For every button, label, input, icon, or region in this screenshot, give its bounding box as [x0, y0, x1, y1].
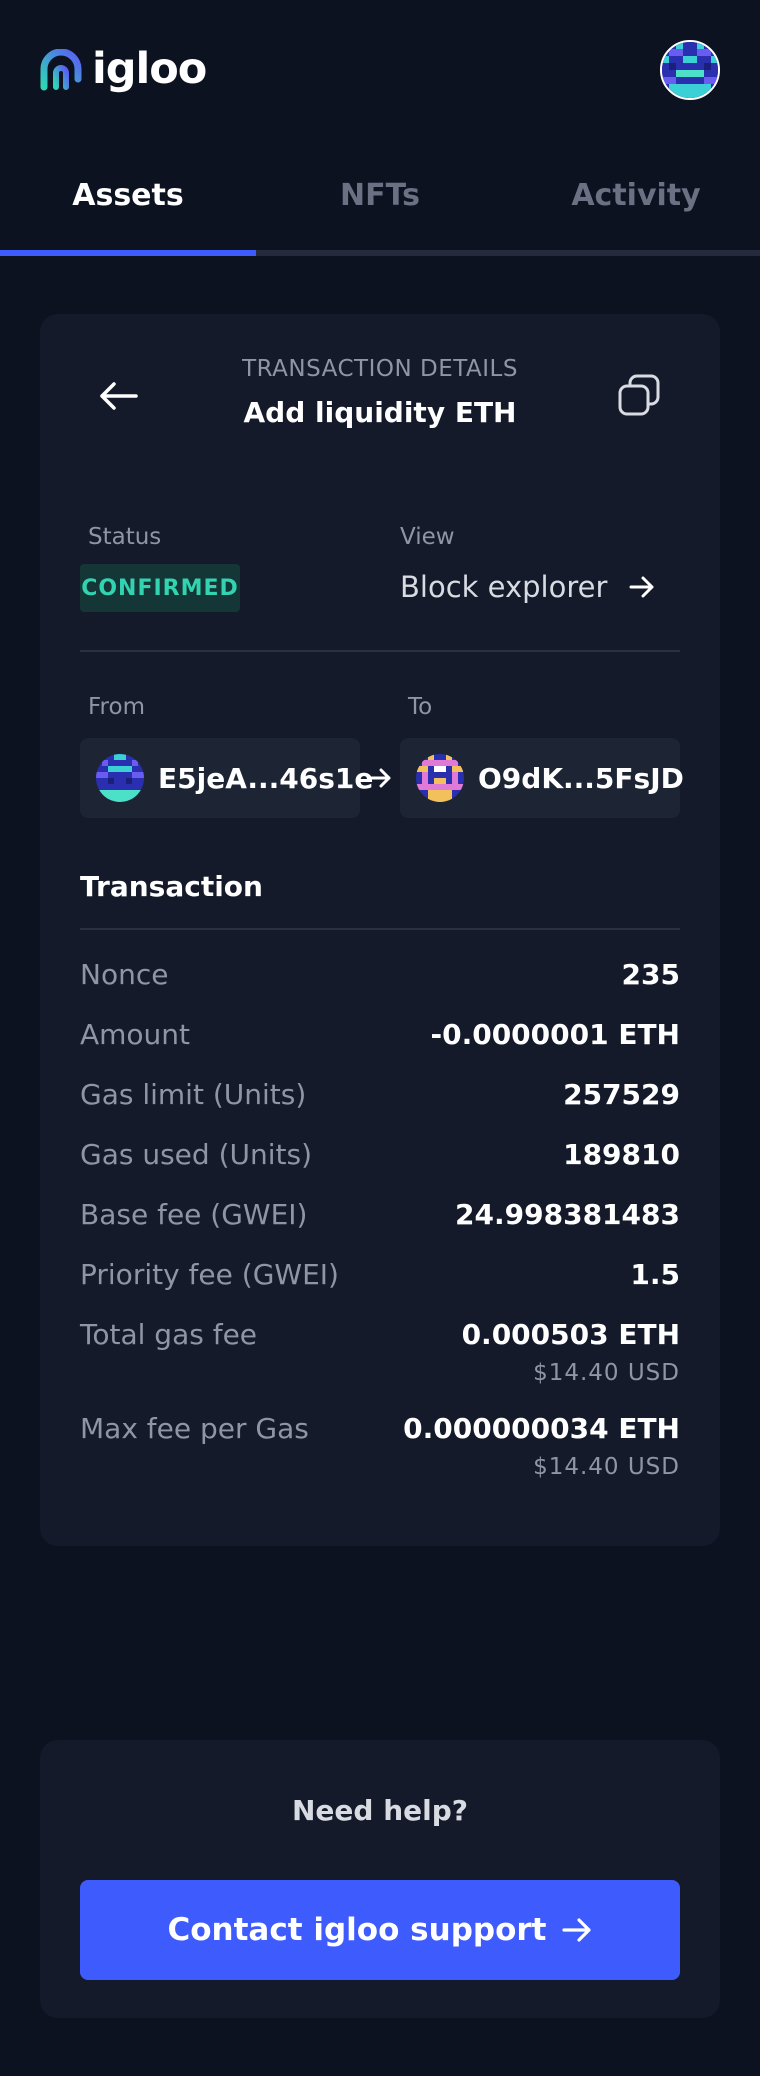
status-badge: CONFIRMED — [80, 564, 240, 612]
amount-label: Amount — [80, 1018, 191, 1051]
arrow-right-icon — [562, 1918, 592, 1942]
status-label: Status — [88, 524, 162, 550]
app-root: igloo Assets NFTs Activity TRANSACTION D… — [0, 0, 760, 2076]
tab-assets[interactable]: Assets — [0, 178, 256, 213]
base-fee-label: Base fee (GWEI) — [80, 1198, 308, 1231]
pixel-avatar-icon — [96, 754, 144, 802]
total-gas-fee-usd: $14.40 USD — [533, 1360, 680, 1386]
from-label: From — [88, 694, 145, 720]
from-address-chip[interactable]: E5jeA...46s1e — [80, 738, 373, 818]
gas-limit-label: Gas limit (Units) — [80, 1078, 307, 1111]
help-title: Need help? — [291, 1794, 468, 1827]
tab-activity[interactable]: Activity — [508, 178, 760, 213]
header: igloo — [0, 0, 760, 140]
tab-bar: Assets NFTs Activity — [0, 150, 760, 256]
to-address: O9dK...5FsJD — [478, 761, 684, 795]
divider — [80, 928, 680, 930]
help-card: Need help? Contact igloo support — [40, 1740, 720, 2018]
divider — [80, 650, 680, 652]
priority-fee-value: 1.5 — [630, 1258, 680, 1291]
pixel-avatar-icon — [416, 754, 464, 802]
max-fee-usd: $14.40 USD — [533, 1454, 680, 1480]
block-explorer-link[interactable]: Block explorer — [400, 570, 655, 604]
nonce-label: Nonce — [80, 958, 169, 991]
to-avatar — [416, 754, 464, 802]
gas-used-value: 189810 — [563, 1138, 680, 1171]
gas-limit-value: 257529 — [563, 1078, 680, 1111]
nonce-value: 235 — [621, 958, 680, 991]
arrow-right-icon — [368, 768, 391, 788]
card-header: TRANSACTION DETAILS Add liquidity ETH — [40, 314, 720, 444]
transaction-details-card: TRANSACTION DETAILS Add liquidity ETH St… — [40, 314, 720, 1546]
base-fee-value: 24.998381483 — [455, 1198, 680, 1231]
pixel-avatar-icon — [662, 42, 718, 98]
from-avatar — [96, 754, 144, 802]
user-avatar[interactable] — [660, 40, 720, 100]
priority-fee-label: Priority fee (GWEI) — [80, 1258, 339, 1291]
igloo-logo-icon — [40, 48, 82, 90]
block-explorer-label: Block explorer — [400, 570, 608, 604]
to-address-chip[interactable]: O9dK...5FsJD — [400, 738, 684, 818]
contact-support-button[interactable]: Contact igloo support — [80, 1880, 680, 1980]
to-label: To — [408, 694, 433, 720]
amount-value: -0.0000001 ETH — [430, 1018, 680, 1051]
logo-text: igloo — [92, 44, 207, 94]
contact-support-label: Contact igloo support — [167, 1912, 547, 1948]
transaction-section-title: Transaction — [80, 870, 263, 903]
logo[interactable]: igloo — [40, 44, 207, 94]
from-address: E5jeA...46s1e — [158, 761, 374, 795]
total-gas-fee-label: Total gas fee — [80, 1318, 258, 1351]
tab-nfts[interactable]: NFTs — [252, 178, 508, 213]
copy-icon[interactable] — [616, 372, 662, 418]
max-fee-value: 0.000000034 ETH — [403, 1412, 680, 1445]
view-label: View — [400, 524, 455, 550]
gas-used-label: Gas used (Units) — [80, 1138, 313, 1171]
arrow-right-icon — [629, 576, 654, 598]
max-fee-label: Max fee per Gas — [80, 1412, 309, 1445]
total-gas-fee-value: 0.000503 ETH — [461, 1318, 680, 1351]
tab-active-indicator — [0, 250, 256, 256]
